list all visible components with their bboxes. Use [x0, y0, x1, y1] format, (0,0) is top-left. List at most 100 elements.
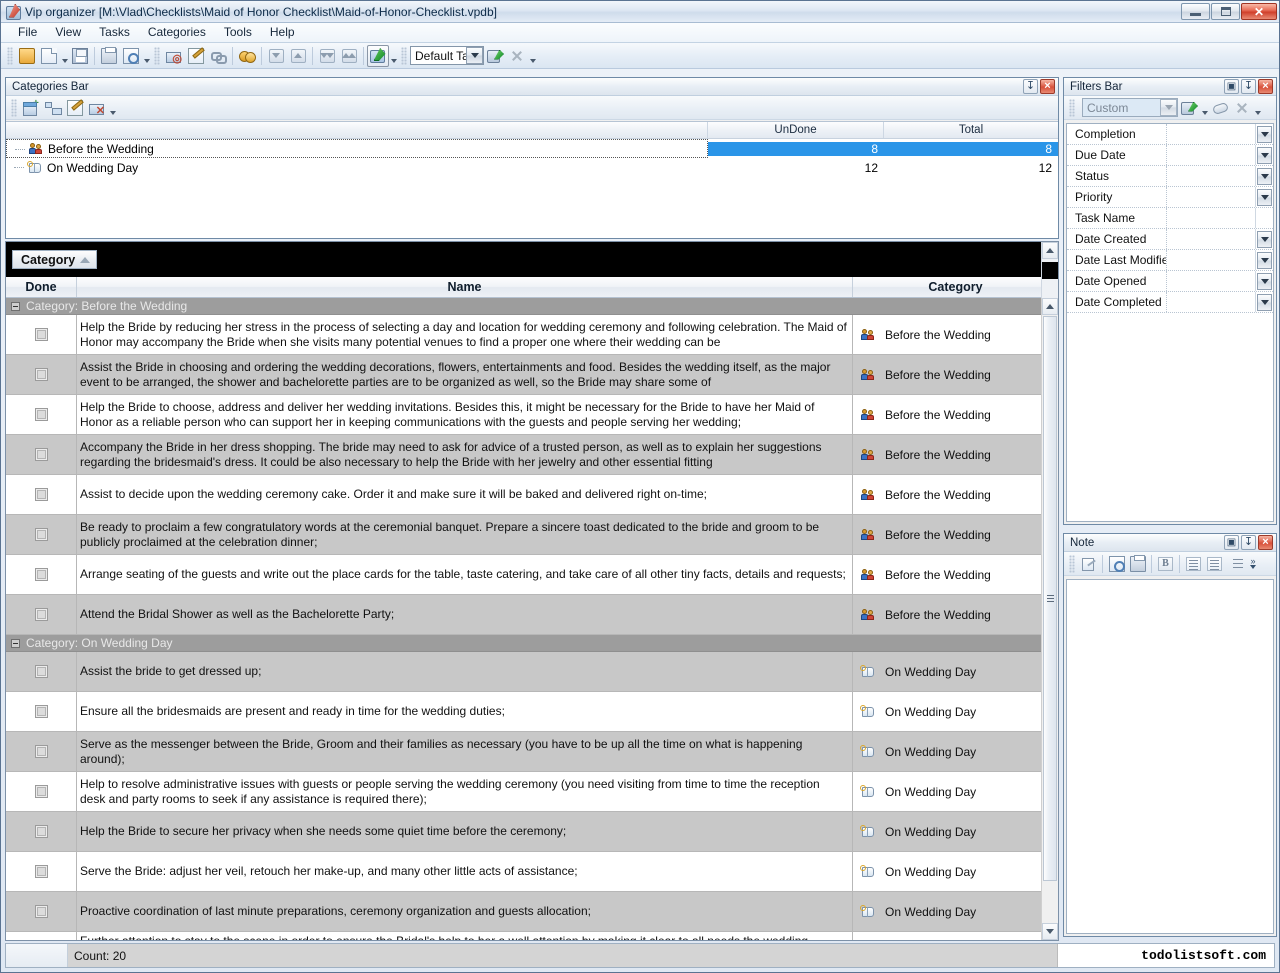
note-panel-pin-button[interactable] — [1241, 535, 1256, 550]
note-toolbar-grip[interactable] — [1069, 555, 1075, 573]
done-checkbox[interactable] — [35, 528, 48, 541]
task-name[interactable]: Assist to decide upon the wedding ceremo… — [77, 475, 853, 514]
done-checkbox[interactable] — [35, 665, 48, 678]
filter-value-cell[interactable] — [1167, 187, 1256, 207]
apply-template-button[interactable] — [484, 45, 506, 67]
table-row-partially-visible[interactable]: Further attention to stay to the scene i… — [6, 932, 1041, 940]
done-checkbox[interactable] — [35, 905, 48, 918]
note-align-right-button[interactable] — [1204, 554, 1225, 574]
task-category[interactable]: Before the Wedding — [853, 555, 1041, 594]
minimize-button[interactable] — [1181, 3, 1210, 20]
clear-filter-button[interactable] — [1209, 97, 1231, 119]
table-row[interactable]: Assist to decide upon the wedding ceremo… — [6, 475, 1041, 515]
task-name[interactable]: Help to resolve administrative issues wi… — [77, 772, 853, 811]
task-list-scrollbar[interactable] — [1041, 298, 1058, 940]
menu-item-view[interactable]: View — [46, 23, 90, 42]
delete-category-button[interactable]: ✕ — [86, 97, 108, 119]
filters-bar-pin-button[interactable] — [1241, 79, 1256, 94]
done-cell[interactable] — [6, 892, 77, 931]
task-category[interactable]: On Wedding Day — [853, 892, 1041, 931]
move-down-button[interactable] — [265, 45, 287, 67]
new-task-button[interactable]: ◎ — [163, 45, 185, 67]
done-cell[interactable] — [6, 732, 77, 771]
delete-filter-button[interactable] — [1231, 97, 1253, 119]
done-checkbox[interactable] — [35, 408, 48, 421]
done-checkbox[interactable] — [35, 328, 48, 341]
task-template-combo[interactable]: Default Task — [410, 46, 484, 65]
toolbar-grip[interactable] — [7, 47, 13, 65]
filter-row-date-completed[interactable]: Date Completed — [1067, 292, 1273, 313]
new-filter-dropdown[interactable] — [1200, 97, 1209, 119]
done-cell[interactable] — [6, 932, 77, 940]
filter-dropdown[interactable] — [389, 45, 398, 67]
note-panel-float-button[interactable] — [1224, 535, 1239, 550]
table-row[interactable]: Arrange seating of the guests and write … — [6, 555, 1041, 595]
table-row[interactable]: Serve the Bride: adjust her veil, retouc… — [6, 852, 1041, 892]
new-subcategory-button[interactable] — [42, 97, 64, 119]
filters-toolbar-overflow[interactable] — [1253, 97, 1262, 119]
menu-item-tasks[interactable]: Tasks — [90, 23, 139, 42]
task-category[interactable]: Before the Wedding — [853, 435, 1041, 474]
filter-row-completion[interactable]: Completion — [1067, 124, 1273, 145]
restore-button[interactable] — [1211, 3, 1240, 20]
note-align-left-button[interactable] — [1183, 554, 1204, 574]
task-category[interactable]: On Wedding Day — [853, 692, 1041, 731]
task-category[interactable]: On Wedding Day — [853, 652, 1041, 691]
done-checkbox[interactable] — [35, 448, 48, 461]
done-cell[interactable] — [6, 772, 77, 811]
chevron-down-icon[interactable] — [1257, 189, 1272, 206]
menu-item-categories[interactable]: Categories — [139, 23, 215, 42]
categories-header-name[interactable] — [6, 122, 708, 138]
done-cell[interactable] — [6, 515, 77, 554]
note-toolbar-overflow[interactable]: » — [1246, 558, 1260, 569]
group-header-before-the-wedding[interactable]: Category: Before the Wedding — [6, 298, 1041, 315]
column-header-name[interactable]: Name — [77, 277, 853, 297]
done-cell[interactable] — [6, 852, 77, 891]
done-cell[interactable] — [6, 812, 77, 851]
filter-value-cell[interactable] — [1167, 166, 1256, 186]
note-edit-button[interactable] — [1078, 554, 1099, 574]
categories-header-undone[interactable]: UnDone — [708, 122, 884, 138]
note-bullets-button[interactable] — [1225, 554, 1246, 574]
note-print-button[interactable] — [1127, 554, 1148, 574]
task-template-dropdown-button[interactable] — [466, 47, 483, 64]
column-header-category[interactable]: Category — [853, 277, 1058, 297]
done-checkbox[interactable] — [35, 705, 48, 718]
filter-row-status[interactable]: Status — [1067, 166, 1273, 187]
filters-toolbar-grip[interactable] — [1069, 99, 1075, 117]
done-cell[interactable] — [6, 475, 77, 514]
filter-value-cell[interactable] — [1167, 292, 1256, 312]
filter-row-date-opened[interactable]: Date Opened — [1067, 271, 1273, 292]
task-name[interactable]: Help the Bride to choose, address and de… — [77, 395, 853, 434]
filter-value-cell[interactable] — [1167, 124, 1256, 144]
done-cell[interactable] — [6, 595, 77, 634]
filter-row-priority[interactable]: Priority — [1067, 187, 1273, 208]
category-row-on-wedding-day[interactable]: On Wedding Day 12 12 — [6, 158, 1058, 177]
done-checkbox[interactable] — [35, 488, 48, 501]
chevron-down-icon[interactable] — [1257, 126, 1272, 143]
table-row[interactable]: Accompany the Bride in her dress shoppin… — [6, 435, 1041, 475]
edit-category-button[interactable] — [64, 97, 86, 119]
move-bottom-button[interactable] — [316, 45, 338, 67]
filter-row-date-created[interactable]: Date Created — [1067, 229, 1273, 250]
task-category[interactable]: On Wedding Day — [853, 772, 1041, 811]
task-category[interactable]: Before the Wedding — [853, 515, 1041, 554]
filter-row-due-date[interactable]: Due Date — [1067, 145, 1273, 166]
task-name[interactable]: Further attention to stay to the scene i… — [77, 932, 853, 940]
task-name[interactable]: Assist the bride to get dressed up; — [77, 652, 853, 691]
table-row[interactable]: Help the Bride to choose, address and de… — [6, 395, 1041, 435]
filter-value-cell[interactable] — [1167, 271, 1256, 291]
print-options-dropdown[interactable] — [142, 45, 151, 67]
done-checkbox[interactable] — [35, 368, 48, 381]
scrollbar-thumb[interactable] — [1043, 316, 1057, 881]
task-category[interactable]: Before the Wedding — [853, 315, 1041, 354]
open-database-button[interactable] — [38, 45, 60, 67]
print-button[interactable] — [98, 45, 120, 67]
group-header-on-wedding-day[interactable]: Category: On Wedding Day — [6, 635, 1041, 652]
filter-button[interactable] — [367, 45, 389, 67]
task-name[interactable]: Be ready to proclaim a few congratulator… — [77, 515, 853, 554]
group-by-box[interactable]: Category — [6, 242, 1058, 277]
close-button[interactable]: ✕ — [1241, 3, 1277, 20]
done-cell[interactable] — [6, 435, 77, 474]
table-row[interactable]: Proactive coordination of last minute pr… — [6, 892, 1041, 932]
